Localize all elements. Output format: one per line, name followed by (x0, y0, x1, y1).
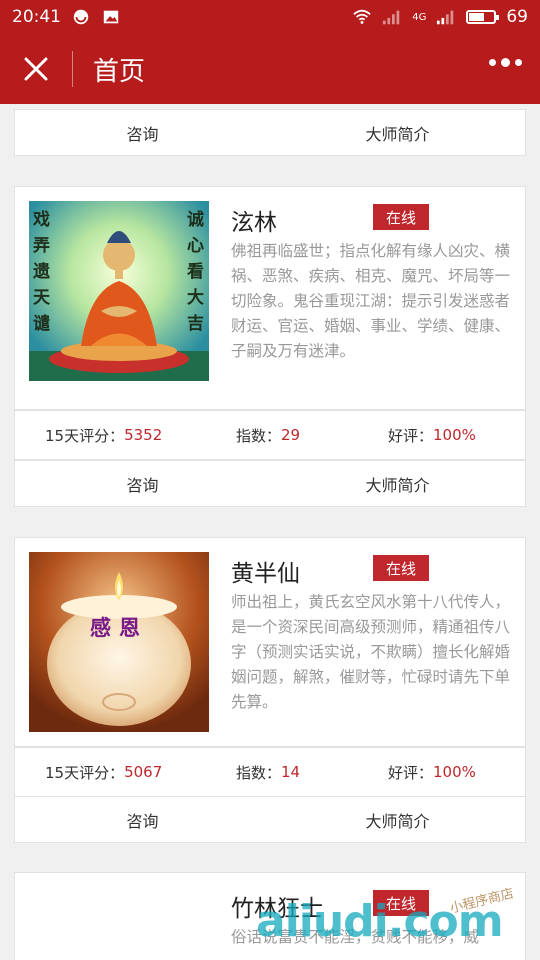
more-dots-icon (489, 59, 496, 66)
consult-button[interactable]: 咨询 (15, 110, 270, 155)
ring-notification-icon (73, 9, 89, 25)
profile-button[interactable]: 大师简介 (270, 461, 525, 506)
more-dots-icon (501, 58, 510, 67)
master-name: 黄半仙 (231, 561, 300, 587)
close-icon (24, 57, 48, 81)
rating-label: 15天评分： (45, 763, 125, 782)
profile-button[interactable]: 大师简介 (270, 797, 525, 842)
consult-button[interactable]: 咨询 (15, 461, 270, 506)
master-description: 师出祖上，黄氏玄空风水第十八代传人，是一个资深民间高级预测师，精通祖传八字（预测… (231, 593, 511, 711)
master-avatar: 感恩 (29, 552, 209, 732)
nav-divider (72, 51, 73, 87)
page-title: 首页 (93, 56, 146, 87)
praise-label: 好评： (388, 426, 434, 445)
praise-label: 好评： (388, 763, 434, 782)
rating-label: 15天评分： (45, 426, 125, 445)
consult-button[interactable]: 咨询 (15, 797, 270, 842)
buddha-image (29, 201, 209, 381)
wifi-icon (353, 9, 371, 24)
master-description: 俗话说富贵不能淫，贫贱不能移，威 (231, 928, 480, 946)
rating-value: 5067 (124, 763, 163, 781)
master-name: 竹林狂士 (231, 896, 323, 922)
image-caption-right: 诚心看大吉 (187, 210, 204, 334)
stats-bar: 15天评分： 5067 指数： 14 好评： 100% (14, 747, 526, 797)
profile-button[interactable]: 大师简介 (270, 110, 525, 155)
candle-image (29, 552, 209, 732)
master-card[interactable]: 戏弄遗天谴 诚心看大吉 泫林 在线 佛祖再临盛世；指点化解有缘人凶灾、横祸、恶煞… (14, 186, 526, 412)
status-badge: 在线 (373, 204, 429, 230)
master-avatar: 戏弄遗天谴 诚心看大吉 (29, 201, 209, 381)
action-row: 咨询 大师简介 (14, 796, 526, 843)
close-button[interactable] (0, 34, 72, 104)
master-card[interactable]: 感恩 黄半仙 在线 师出祖上，黄氏玄空风水第十八代传人，是一个资深民间高级预测师… (14, 537, 526, 747)
index-value: 14 (281, 763, 301, 781)
battery-level: 69 (506, 7, 528, 27)
more-button[interactable] (489, 58, 522, 67)
network-type: 4G (412, 11, 427, 23)
stats-bar: 15天评分： 5352 指数： 29 好评： 100% (14, 410, 526, 460)
rating-value: 5352 (124, 426, 163, 444)
more-dots-icon (515, 59, 522, 66)
praise-value: 100% (433, 763, 476, 781)
image-caption: 感恩 (90, 616, 148, 640)
image-caption-left: 戏弄遗天谴 (33, 210, 50, 334)
action-row: 咨询 大师简介 (14, 460, 526, 507)
nav-bar: 首页 (0, 34, 540, 104)
battery-icon (466, 10, 500, 24)
signal-icon (437, 10, 454, 25)
status-bar: 20:41 4G 69 (0, 0, 540, 34)
index-label: 指数： (236, 763, 282, 782)
signal-icon (383, 10, 400, 25)
index-label: 指数： (236, 426, 282, 445)
master-list: 咨询 大师简介 戏弄遗天谴 诚心看大吉 泫林 在线 佛祖再临盛世；指点化解有缘人… (0, 104, 540, 960)
status-time: 20:41 (12, 7, 61, 27)
action-row: 咨询 大师简介 (14, 109, 526, 156)
index-value: 29 (281, 426, 301, 444)
master-description: 佛祖再临盛世；指点化解有缘人凶灾、横祸、恶煞、疾病、相克、魔咒、坏局等一切险象。… (231, 242, 511, 360)
status-badge: 在线 (373, 555, 429, 581)
master-name: 泫林 (231, 210, 277, 236)
status-badge: 在线 (373, 890, 429, 916)
master-card[interactable]: 竹林狂士 在线 俗话说富贵不能淫，贫贱不能移，威 (14, 872, 526, 960)
image-notification-icon (103, 10, 119, 24)
praise-value: 100% (433, 426, 476, 444)
